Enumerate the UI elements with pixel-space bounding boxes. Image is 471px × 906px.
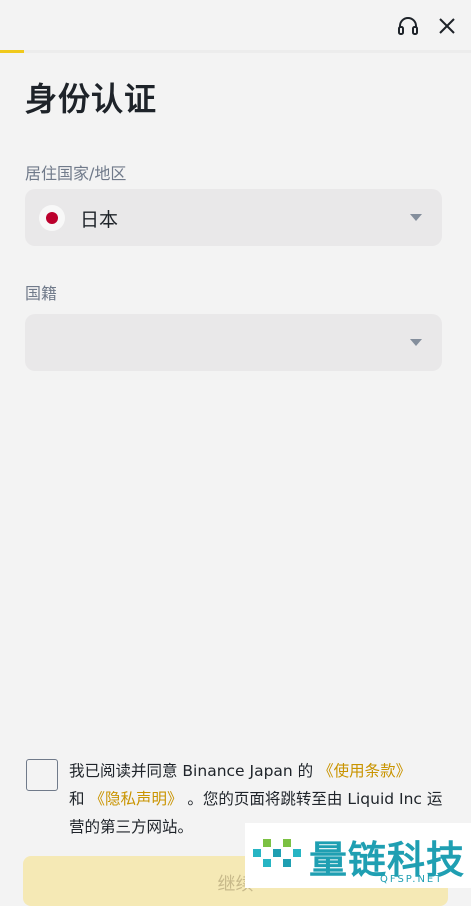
terms-of-use-link[interactable]: 《使用条款》	[318, 762, 411, 780]
japan-flag-icon	[39, 205, 65, 231]
privacy-statement-link[interactable]: 《隐私声明》	[89, 790, 182, 808]
residence-value: 日本	[80, 209, 119, 231]
agreement-text-1: 我已阅读并同意 Binance Japan 的	[69, 762, 314, 780]
progress-bar	[0, 50, 471, 53]
progress-bar-fill	[0, 50, 24, 53]
agreement-checkbox[interactable]	[26, 759, 58, 791]
nationality-label: 国籍	[25, 284, 58, 303]
chevron-down-icon	[410, 339, 422, 346]
watermark-logo-icon	[253, 839, 301, 867]
chevron-down-icon	[410, 214, 422, 221]
residence-select[interactable]: 日本	[25, 189, 442, 246]
watermark: 量链科技 QFSP.NET	[245, 823, 471, 888]
page-title: 身份认证	[25, 80, 158, 118]
watermark-subtext: QFSP.NET	[380, 874, 444, 885]
agreement-text-2: 和	[69, 790, 85, 808]
residence-label: 居住国家/地区	[25, 164, 127, 183]
nationality-select[interactable]	[25, 314, 442, 371]
top-bar	[0, 0, 471, 53]
close-icon[interactable]	[433, 12, 461, 40]
headset-icon[interactable]	[394, 12, 422, 40]
